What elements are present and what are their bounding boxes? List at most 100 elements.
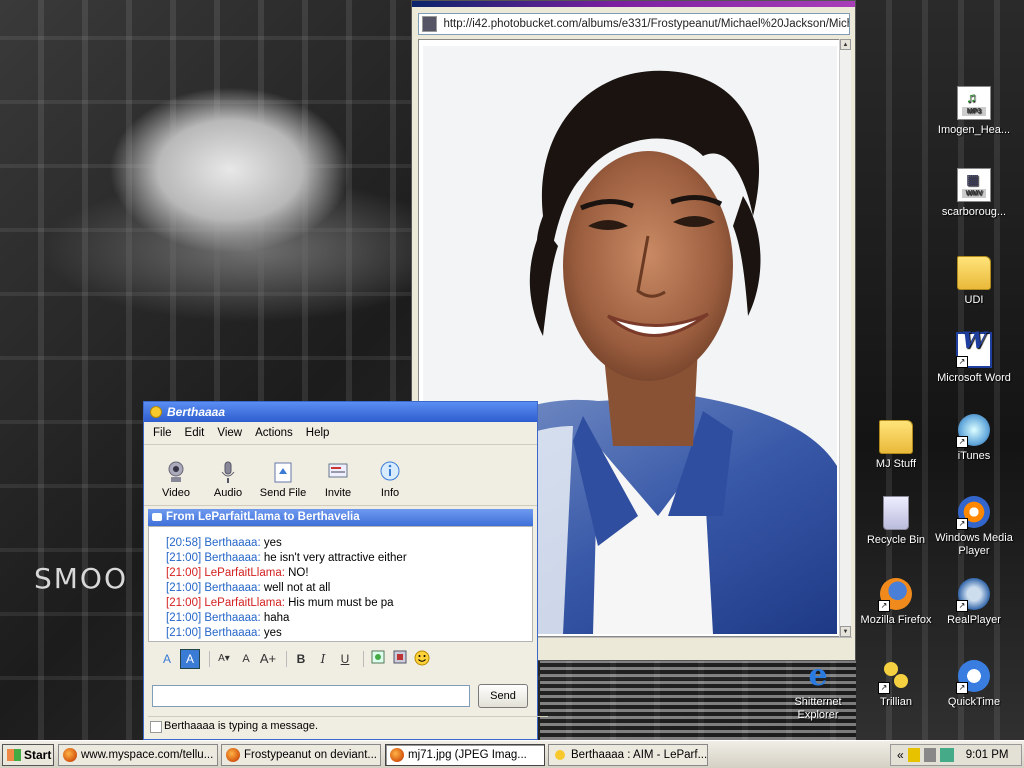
desktop-icon-label: UDI <box>964 294 984 306</box>
chat-bubble-icon <box>152 513 162 521</box>
address-url[interactable]: http://i42.photobucket.com/albums/e331/F… <box>443 18 849 30</box>
menu-view[interactable]: View <box>217 427 242 439</box>
bold-button[interactable]: B <box>292 650 310 668</box>
taskbar-button-mj71[interactable]: mj71.jpg (JPEG Imag... <box>385 744 545 766</box>
chat-title: Berthaaaa <box>167 405 226 419</box>
desktop-icon-recycle-bin[interactable]: Recycle Bin <box>854 496 938 547</box>
conversation-header: From LeParfaitLlama to Berthavelia <box>148 509 533 526</box>
chat-titlebar[interactable]: Berthaaaa <box>144 402 537 422</box>
wallpaper-text: SMOO <box>34 562 129 595</box>
realplayer-icon: ↗ <box>956 578 990 612</box>
start-label: Start <box>24 748 52 762</box>
folder-icon <box>879 420 913 454</box>
compose-row: Send <box>152 684 528 708</box>
taskbar-button-deviantart[interactable]: Frostypeanut on deviant... <box>221 744 381 766</box>
info-button[interactable]: Info <box>364 460 416 505</box>
menu-file[interactable]: File <box>153 427 172 439</box>
firefox-icon <box>63 748 77 762</box>
desktop-icon-udi[interactable]: UDI <box>932 250 1016 307</box>
desktop-icon-label: Imogen_Hea... <box>937 124 1011 136</box>
menu-actions[interactable]: Actions <box>255 427 293 439</box>
send-file-button[interactable]: Send File <box>254 460 312 505</box>
itunes-icon: ↗ <box>956 414 990 448</box>
desktop-icon-label: iTunes <box>957 450 991 462</box>
desktop-icon-label: Trillian <box>880 696 912 708</box>
invite-button[interactable]: Invite <box>312 460 364 505</box>
send-file-label: Send File <box>259 487 307 499</box>
system-tray: « 9:01 PM <box>890 744 1022 766</box>
wmv-file-icon: ▦ WMV <box>957 168 991 202</box>
tray-icons[interactable] <box>907 748 954 762</box>
address-bar[interactable]: http://i42.photobucket.com/albums/e331/F… <box>418 13 850 35</box>
scroll-down-icon[interactable]: ▼ <box>840 626 851 637</box>
start-button[interactable]: Start <box>2 744 54 766</box>
desktop-icon-quicktime[interactable]: ↗ QuickTime <box>932 660 1016 709</box>
shortcut-arrow-icon: ↗ <box>956 682 968 694</box>
desktop-icon-word[interactable]: W ↗ Microsoft Word <box>932 330 1016 385</box>
audio-button[interactable]: Audio <box>202 460 254 505</box>
insert-background-icon[interactable] <box>391 650 409 668</box>
shortcut-arrow-icon: ↗ <box>878 682 890 694</box>
taskbar-button-label: Frostypeanut on deviant... <box>244 749 377 761</box>
menu-edit[interactable]: Edit <box>185 427 205 439</box>
desktop-icon-label: RealPlayer <box>947 614 1001 626</box>
underline-button[interactable]: U <box>336 650 354 668</box>
desktop-icon-label: MJ Stuff <box>875 458 917 470</box>
taskbar-button-label: mj71.jpg (JPEG Imag... <box>408 749 527 761</box>
tray-expand-icon[interactable]: « <box>897 748 904 762</box>
media-player-icon: ↗ <box>956 496 990 530</box>
video-button[interactable]: Video <box>150 460 202 505</box>
word-icon: W ↗ <box>956 330 992 368</box>
chat-toolbar: Video Audio Send File Invite Info <box>144 445 537 506</box>
info-icon <box>379 460 401 484</box>
quicktime-icon: ↗ <box>956 660 990 694</box>
smiley-icon[interactable] <box>413 650 431 668</box>
increase-font-button[interactable]: A+ <box>259 650 277 668</box>
scroll-up-icon[interactable]: ▲ <box>840 39 851 50</box>
taskbar-button-myspace[interactable]: www.myspace.com/tellu... <box>58 744 218 766</box>
aim-icon <box>555 750 565 760</box>
desktop-icon-scarborough[interactable]: ▦ WMV scarboroug... <box>932 168 1016 219</box>
desktop-icon-media-player[interactable]: ↗ Windows Media Player <box>932 496 1016 558</box>
desktop-icon-firefox[interactable]: ↗ Mozilla Firefox <box>854 578 938 627</box>
clock[interactable]: 9:01 PM <box>966 749 1009 761</box>
trillian-icon: ↗ <box>878 660 912 694</box>
webcam-icon <box>165 460 187 484</box>
shortcut-arrow-icon: ↗ <box>956 600 968 612</box>
send-button[interactable]: Send <box>478 684 528 708</box>
favicon-icon <box>422 16 438 32</box>
typing-status-text: Berthaaaa is typing a message. <box>164 720 319 732</box>
chat-menubar: File Edit View Actions Help <box>144 422 537 445</box>
decrease-font-button[interactable]: A <box>237 650 255 668</box>
message-log[interactable]: [20:58] Berthaaaa: yes [21:00] Berthaaaa… <box>148 526 533 642</box>
italic-button[interactable]: I <box>314 650 332 668</box>
menu-help[interactable]: Help <box>306 427 330 439</box>
message-row: [21:00] Berthaaaa: he isn't very attract… <box>166 552 407 564</box>
desktop-icon-itunes[interactable]: ↗ iTunes <box>932 414 1016 463</box>
desktop-icon-label: Shitternet Explorer <box>794 696 842 721</box>
font-size-dropdown[interactable]: A▾ <box>215 650 233 668</box>
window-titlebar[interactable] <box>412 1 855 7</box>
message-input[interactable] <box>152 685 470 707</box>
aim-buddy-icon <box>150 406 162 418</box>
desktop-icon-internet-explorer[interactable]: e Shitternet Explorer <box>776 660 860 722</box>
vertical-scrollbar[interactable]: ▲ ▼ <box>839 39 851 637</box>
microphone-icon <box>217 460 239 484</box>
firefox-icon <box>226 748 240 762</box>
desktop-icon-realplayer[interactable]: ↗ RealPlayer <box>932 578 1016 627</box>
desktop-icon-mj-stuff[interactable]: MJ Stuff <box>854 414 938 471</box>
typing-status-bar: Berthaaaa is typing a message. <box>148 716 548 735</box>
toolbar-separator <box>286 651 287 667</box>
background-color-button[interactable]: A <box>180 649 200 669</box>
desktop-icon-label: scarboroug... <box>941 206 1007 218</box>
partial-message-row <box>166 527 532 536</box>
mp3-file-icon: ♫ MP3 <box>957 86 991 120</box>
taskbar-button-aim[interactable]: Berthaaaa : AIM - LeParf... <box>548 744 708 766</box>
message-row: [21:00] LeParfaitLlama: NO! <box>166 567 309 579</box>
insert-image-icon[interactable] <box>369 650 387 668</box>
text-color-button[interactable]: A <box>158 650 176 668</box>
desktop-icon-imogen[interactable]: ♫ MP3 Imogen_Hea... <box>932 86 1016 137</box>
invite-label: Invite <box>324 487 352 499</box>
desktop-icon-trillian[interactable]: ↗ Trillian <box>854 660 938 709</box>
shortcut-arrow-icon: ↗ <box>878 600 890 612</box>
